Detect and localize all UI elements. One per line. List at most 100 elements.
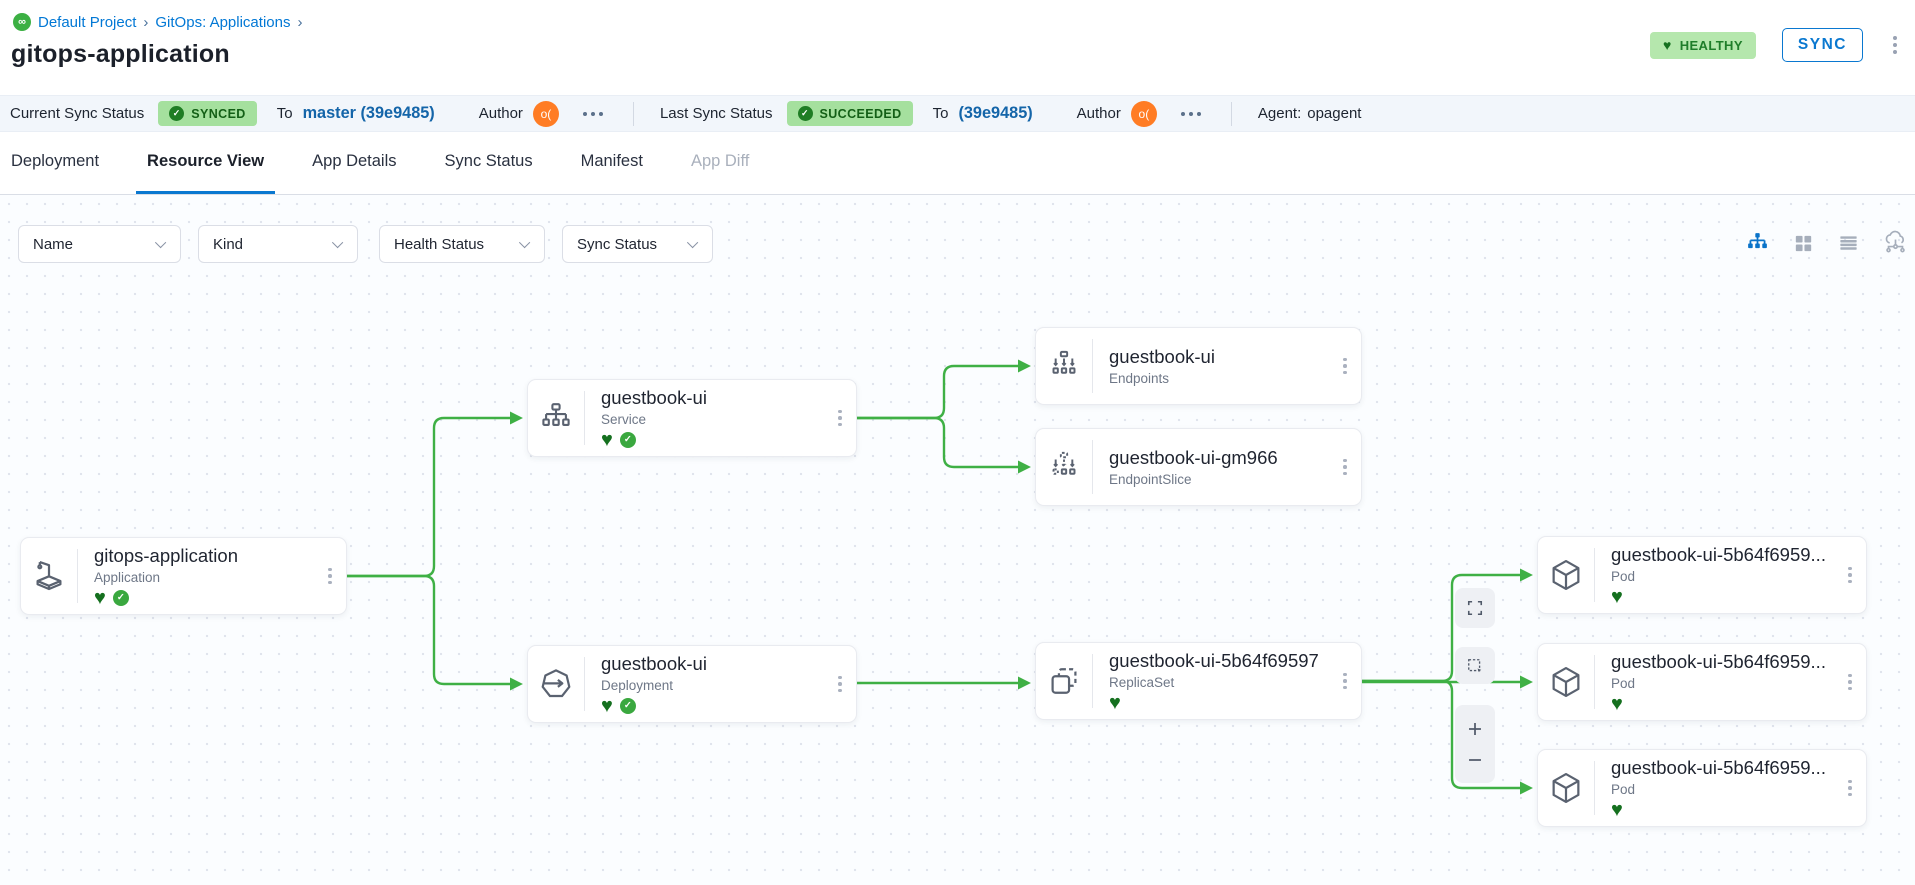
zoom-in-icon[interactable] <box>1464 718 1486 740</box>
node-kind: Pod <box>1611 569 1834 584</box>
endpointslice-icon <box>1036 440 1093 494</box>
tab-app-diff: App Diff <box>680 132 760 194</box>
filter-name-dropdown[interactable]: Name <box>18 225 181 263</box>
node-name: guestbook-ui <box>601 387 824 409</box>
breadcrumb: ∞ Default Project › GitOps: Applications… <box>13 13 302 31</box>
node-more-menu-icon[interactable] <box>834 672 846 697</box>
list-view-icon[interactable] <box>1837 232 1860 255</box>
breadcrumb-project-link[interactable]: Default Project <box>38 14 136 31</box>
node-more-menu-icon[interactable] <box>1339 354 1351 379</box>
node-pod[interactable]: guestbook-ui-5b64f6959... Pod ♥ <box>1537 749 1867 827</box>
check-circle-icon: ✓ <box>169 106 184 121</box>
sync-status-bar: Current Sync Status ✓ SYNCED To master (… <box>0 95 1915 132</box>
node-kind: Service <box>601 412 824 427</box>
grid-view-icon[interactable] <box>1792 232 1815 255</box>
chevron-down-icon <box>687 237 698 248</box>
tab-deployment[interactable]: Deployment <box>0 132 110 194</box>
tab-resource-view[interactable]: Resource View <box>136 132 275 194</box>
succeeded-badge-label: SUCCEEDED <box>820 107 902 121</box>
synced-badge: ✓ SYNCED <box>158 101 257 126</box>
filter-name-label: Name <box>33 236 73 253</box>
page-header: ∞ Default Project › GitOps: Applications… <box>0 0 1915 95</box>
chevron-down-icon <box>332 237 343 248</box>
node-name: gitops-application <box>94 545 314 567</box>
current-author-avatar: o( <box>533 101 559 127</box>
replicaset-icon <box>1036 654 1093 708</box>
tab-manifest[interactable]: Manifest <box>570 132 654 194</box>
divider <box>1231 102 1232 126</box>
node-more-menu-icon[interactable] <box>1339 669 1351 694</box>
node-name: guestbook-ui <box>1109 346 1329 368</box>
breadcrumb-separator: › <box>297 14 302 31</box>
succeeded-badge: ✓ SUCCEEDED <box>787 101 913 126</box>
sync-button[interactable]: SYNC <box>1782 28 1863 62</box>
node-more-menu-icon[interactable] <box>1844 563 1856 588</box>
node-more-menu-icon[interactable] <box>834 406 846 431</box>
agent-label: Agent: <box>1258 105 1301 122</box>
synced-badge-label: SYNCED <box>191 107 246 121</box>
node-application[interactable]: gitops-application Application ♥ ✓ <box>20 537 347 615</box>
tab-app-details[interactable]: App Details <box>301 132 407 194</box>
fullscreen-button[interactable] <box>1455 588 1495 628</box>
node-kind: Application <box>94 570 314 585</box>
application-icon <box>21 549 78 603</box>
chevron-down-icon <box>155 237 166 248</box>
tab-sync-status[interactable]: Sync Status <box>434 132 544 194</box>
healthy-heart-icon: ♥ <box>1611 694 1623 714</box>
filter-kind-label: Kind <box>213 236 243 253</box>
node-pod[interactable]: guestbook-ui-5b64f6959... Pod ♥ <box>1537 536 1867 614</box>
tree-view-icon[interactable] <box>1745 231 1770 256</box>
check-circle-icon: ✓ <box>798 106 813 121</box>
node-endpoints[interactable]: guestbook-ui Endpoints <box>1035 327 1362 405</box>
last-author-label: Author <box>1077 105 1121 122</box>
current-sync-more-menu-icon[interactable] <box>579 108 607 120</box>
endpoints-icon <box>1036 339 1093 393</box>
node-more-menu-icon[interactable] <box>324 564 336 589</box>
breadcrumb-separator: › <box>143 14 148 31</box>
gitops-logo-icon: ∞ <box>13 13 31 31</box>
synced-check-icon: ✓ <box>620 698 636 714</box>
deployment-icon <box>528 657 585 711</box>
zoom-out-icon[interactable] <box>1464 749 1486 771</box>
last-to-label: To <box>933 105 949 122</box>
node-more-menu-icon[interactable] <box>1844 670 1856 695</box>
last-revision-link[interactable]: (39e9485) <box>958 104 1032 123</box>
node-endpointslice[interactable]: guestbook-ui-gm966 EndpointSlice <box>1035 428 1362 506</box>
infra-view-icon[interactable] <box>1882 230 1909 257</box>
resource-graph-canvas[interactable]: Name Kind Health Status Sync Status <box>0 195 1915 885</box>
last-sync-status-label: Last Sync Status <box>660 105 773 122</box>
node-kind: ReplicaSet <box>1109 675 1329 690</box>
node-more-menu-icon[interactable] <box>1339 455 1351 480</box>
node-name: guestbook-ui-5b64f69597 <box>1109 650 1329 672</box>
filter-health-status-dropdown[interactable]: Health Status <box>379 225 545 263</box>
pod-icon <box>1538 761 1595 815</box>
node-name: guestbook-ui-5b64f6959... <box>1611 651 1834 673</box>
current-author-label: Author <box>479 105 523 122</box>
node-service[interactable]: guestbook-ui Service ♥ ✓ <box>527 379 857 457</box>
synced-check-icon: ✓ <box>620 432 636 448</box>
pod-icon <box>1538 655 1595 709</box>
select-zoom-button[interactable] <box>1455 647 1495 684</box>
service-icon <box>528 391 585 445</box>
node-more-menu-icon[interactable] <box>1844 776 1856 801</box>
node-replicaset[interactable]: guestbook-ui-5b64f69597 ReplicaSet ♥ <box>1035 642 1362 720</box>
breadcrumb-section-link[interactable]: GitOps: Applications <box>155 14 290 31</box>
current-to-label: To <box>277 105 293 122</box>
node-name: guestbook-ui-5b64f6959... <box>1611 757 1834 779</box>
header-more-menu-icon[interactable] <box>1889 32 1901 58</box>
node-deployment[interactable]: guestbook-ui Deployment ♥ ✓ <box>527 645 857 723</box>
last-sync-more-menu-icon[interactable] <box>1177 108 1205 120</box>
node-name: guestbook-ui <box>601 653 824 675</box>
tab-bar: Deployment Resource View App Details Syn… <box>0 132 1915 195</box>
divider <box>633 102 634 126</box>
heart-icon: ♥ <box>1663 38 1672 52</box>
node-name: guestbook-ui-gm966 <box>1109 447 1329 469</box>
pod-icon <box>1538 548 1595 602</box>
node-kind: Pod <box>1611 782 1834 797</box>
current-revision-link[interactable]: master (39e9485) <box>303 104 435 123</box>
filter-kind-dropdown[interactable]: Kind <box>198 225 358 263</box>
filter-sync-status-dropdown[interactable]: Sync Status <box>562 225 713 263</box>
synced-check-icon: ✓ <box>113 590 129 606</box>
node-kind: Endpoints <box>1109 371 1329 386</box>
node-pod[interactable]: guestbook-ui-5b64f6959... Pod ♥ <box>1537 643 1867 721</box>
